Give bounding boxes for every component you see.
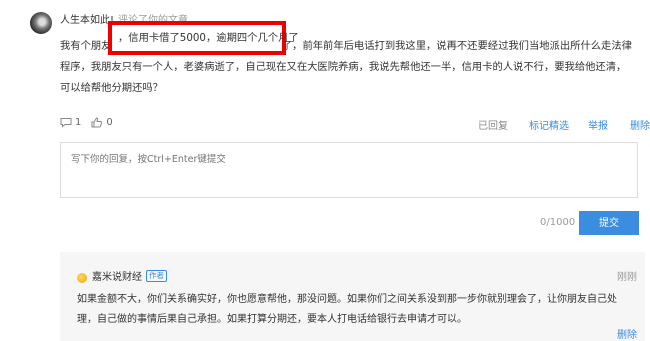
- reply-header: 嘉米说财经 作者: [92, 268, 167, 283]
- delete-link[interactable]: 删除: [630, 117, 650, 132]
- submit-button[interactable]: 提交: [579, 211, 639, 235]
- reply-text: 如果金额不大，你们关系确实好，你也愿意帮他，那没问题。如果你们之间关系没到那一步…: [77, 294, 617, 325]
- comment-count-value: 1: [75, 117, 82, 128]
- report-link[interactable]: 举报: [588, 117, 608, 132]
- reply-author[interactable]: 嘉米说财经: [92, 268, 142, 283]
- mark-featured-link[interactable]: 标记精选: [529, 117, 569, 132]
- reply-delete-link[interactable]: 删除: [617, 326, 637, 341]
- replied-status: 已回复: [478, 121, 508, 132]
- author-badge: 作者: [146, 269, 167, 282]
- comment-bubble-icon: [60, 118, 72, 128]
- like-count-value: 0: [106, 117, 113, 128]
- comment-stats: 1 0: [60, 117, 123, 128]
- author-avatar[interactable]: [77, 273, 87, 283]
- like-count[interactable]: 0: [91, 117, 113, 128]
- reply-textarea[interactable]: [60, 142, 638, 198]
- avatar[interactable]: [30, 12, 52, 34]
- commenter-name[interactable]: 人生本如此!: [60, 15, 114, 26]
- reply-time: 刚刚: [617, 272, 637, 283]
- highlight-text: ，信用卡借了5000，逾期四个几个月了: [118, 32, 299, 44]
- char-counter: 0/1000: [540, 217, 576, 228]
- highlight-box: ，信用卡借了5000，逾期四个几个月了: [108, 21, 299, 55]
- comment-count[interactable]: 1: [60, 117, 81, 128]
- thumbs-up-icon: [91, 117, 103, 128]
